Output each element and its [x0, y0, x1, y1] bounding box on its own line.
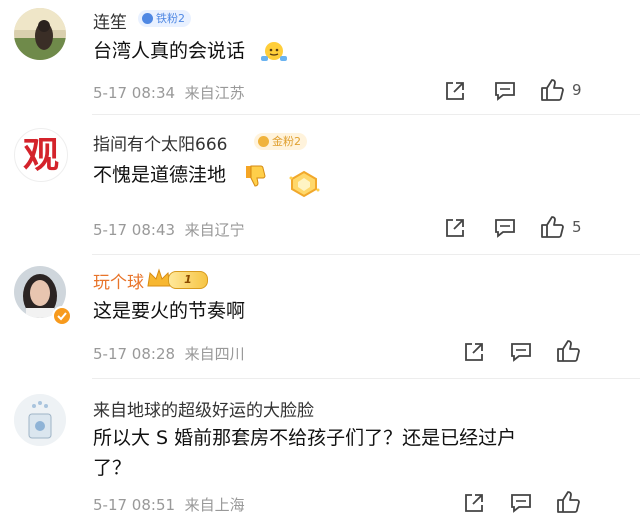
- comment-bubble-icon: [495, 82, 515, 101]
- forward-button[interactable]: [444, 80, 466, 102]
- location: 来自上海: [184, 496, 245, 514]
- location: 来自江苏: [184, 84, 245, 102]
- forward-button[interactable]: [463, 341, 485, 363]
- diamond-icon: [142, 13, 153, 24]
- like-button[interactable]: 9: [540, 79, 582, 101]
- avatar[interactable]: [14, 8, 66, 60]
- share-square-icon: [446, 82, 464, 100]
- comment-text: 所以大 S 婚前那套房不给孩子们了？还是已经过户: [93, 427, 517, 449]
- share-square-icon: [446, 219, 464, 237]
- reply-button[interactable]: [494, 81, 516, 101]
- timestamp: 5-17 08:43 来自辽宁: [93, 221, 245, 239]
- comment-text: 这是要火的节奏啊: [93, 300, 246, 322]
- reply-button[interactable]: [510, 493, 532, 513]
- forward-button[interactable]: [444, 217, 466, 239]
- vip-crown-badge: 1: [146, 268, 210, 290]
- username[interactable]: 来自地球的超级好运的大脸脸: [93, 396, 314, 421]
- diamond-icon: [258, 136, 269, 147]
- comment-bubble-icon: [511, 343, 531, 362]
- like-count: 5: [572, 218, 582, 236]
- location: 来自辽宁: [184, 221, 245, 239]
- username[interactable]: 玩个球: [93, 268, 144, 293]
- fan-badge: 金粉2: [254, 133, 307, 150]
- thumbs-down-emoji-icon: [243, 163, 267, 193]
- fan-badge: 铁粉2: [138, 10, 191, 27]
- reply-button[interactable]: [510, 342, 532, 362]
- shrug-emoji-icon: [261, 40, 287, 68]
- avatar[interactable]: 观: [14, 128, 68, 182]
- comment-text-continued: 了？: [93, 457, 132, 479]
- timestamp: 5-17 08:51 来自上海: [93, 496, 245, 514]
- comment-text: 不愧是道德洼地: [93, 164, 227, 186]
- divider: [92, 378, 640, 379]
- avatar-logo-text: 观: [22, 134, 59, 176]
- comment-text: 台湾人真的会说话: [93, 40, 246, 62]
- comment-bubble-icon: [495, 219, 515, 238]
- username[interactable]: 指间有个太阳666: [93, 130, 227, 155]
- like-button[interactable]: 5: [540, 216, 582, 238]
- comment-bubble-icon: [511, 494, 531, 513]
- username[interactable]: 连笙: [93, 8, 127, 33]
- thumbs-up-icon: [541, 216, 564, 238]
- reply-button[interactable]: [494, 218, 516, 238]
- like-count: 9: [572, 81, 582, 99]
- timestamp: 5-17 08:34 来自江苏: [93, 84, 245, 102]
- verified-icon: [52, 306, 72, 326]
- thumbs-up-icon: [541, 79, 564, 101]
- thumbs-up-icon: [557, 340, 580, 362]
- timestamp: 5-17 08:28 来自四川: [93, 345, 245, 363]
- location: 来自四川: [184, 345, 245, 363]
- thumbs-up-icon: [557, 491, 580, 513]
- like-button[interactable]: [556, 491, 588, 513]
- share-square-icon: [465, 343, 483, 361]
- divider: [92, 114, 640, 115]
- like-button[interactable]: [556, 340, 588, 362]
- golden-badge-emoji-icon: [287, 170, 321, 202]
- divider: [92, 254, 640, 255]
- share-square-icon: [465, 494, 483, 512]
- avatar[interactable]: [14, 394, 66, 446]
- forward-button[interactable]: [463, 492, 485, 514]
